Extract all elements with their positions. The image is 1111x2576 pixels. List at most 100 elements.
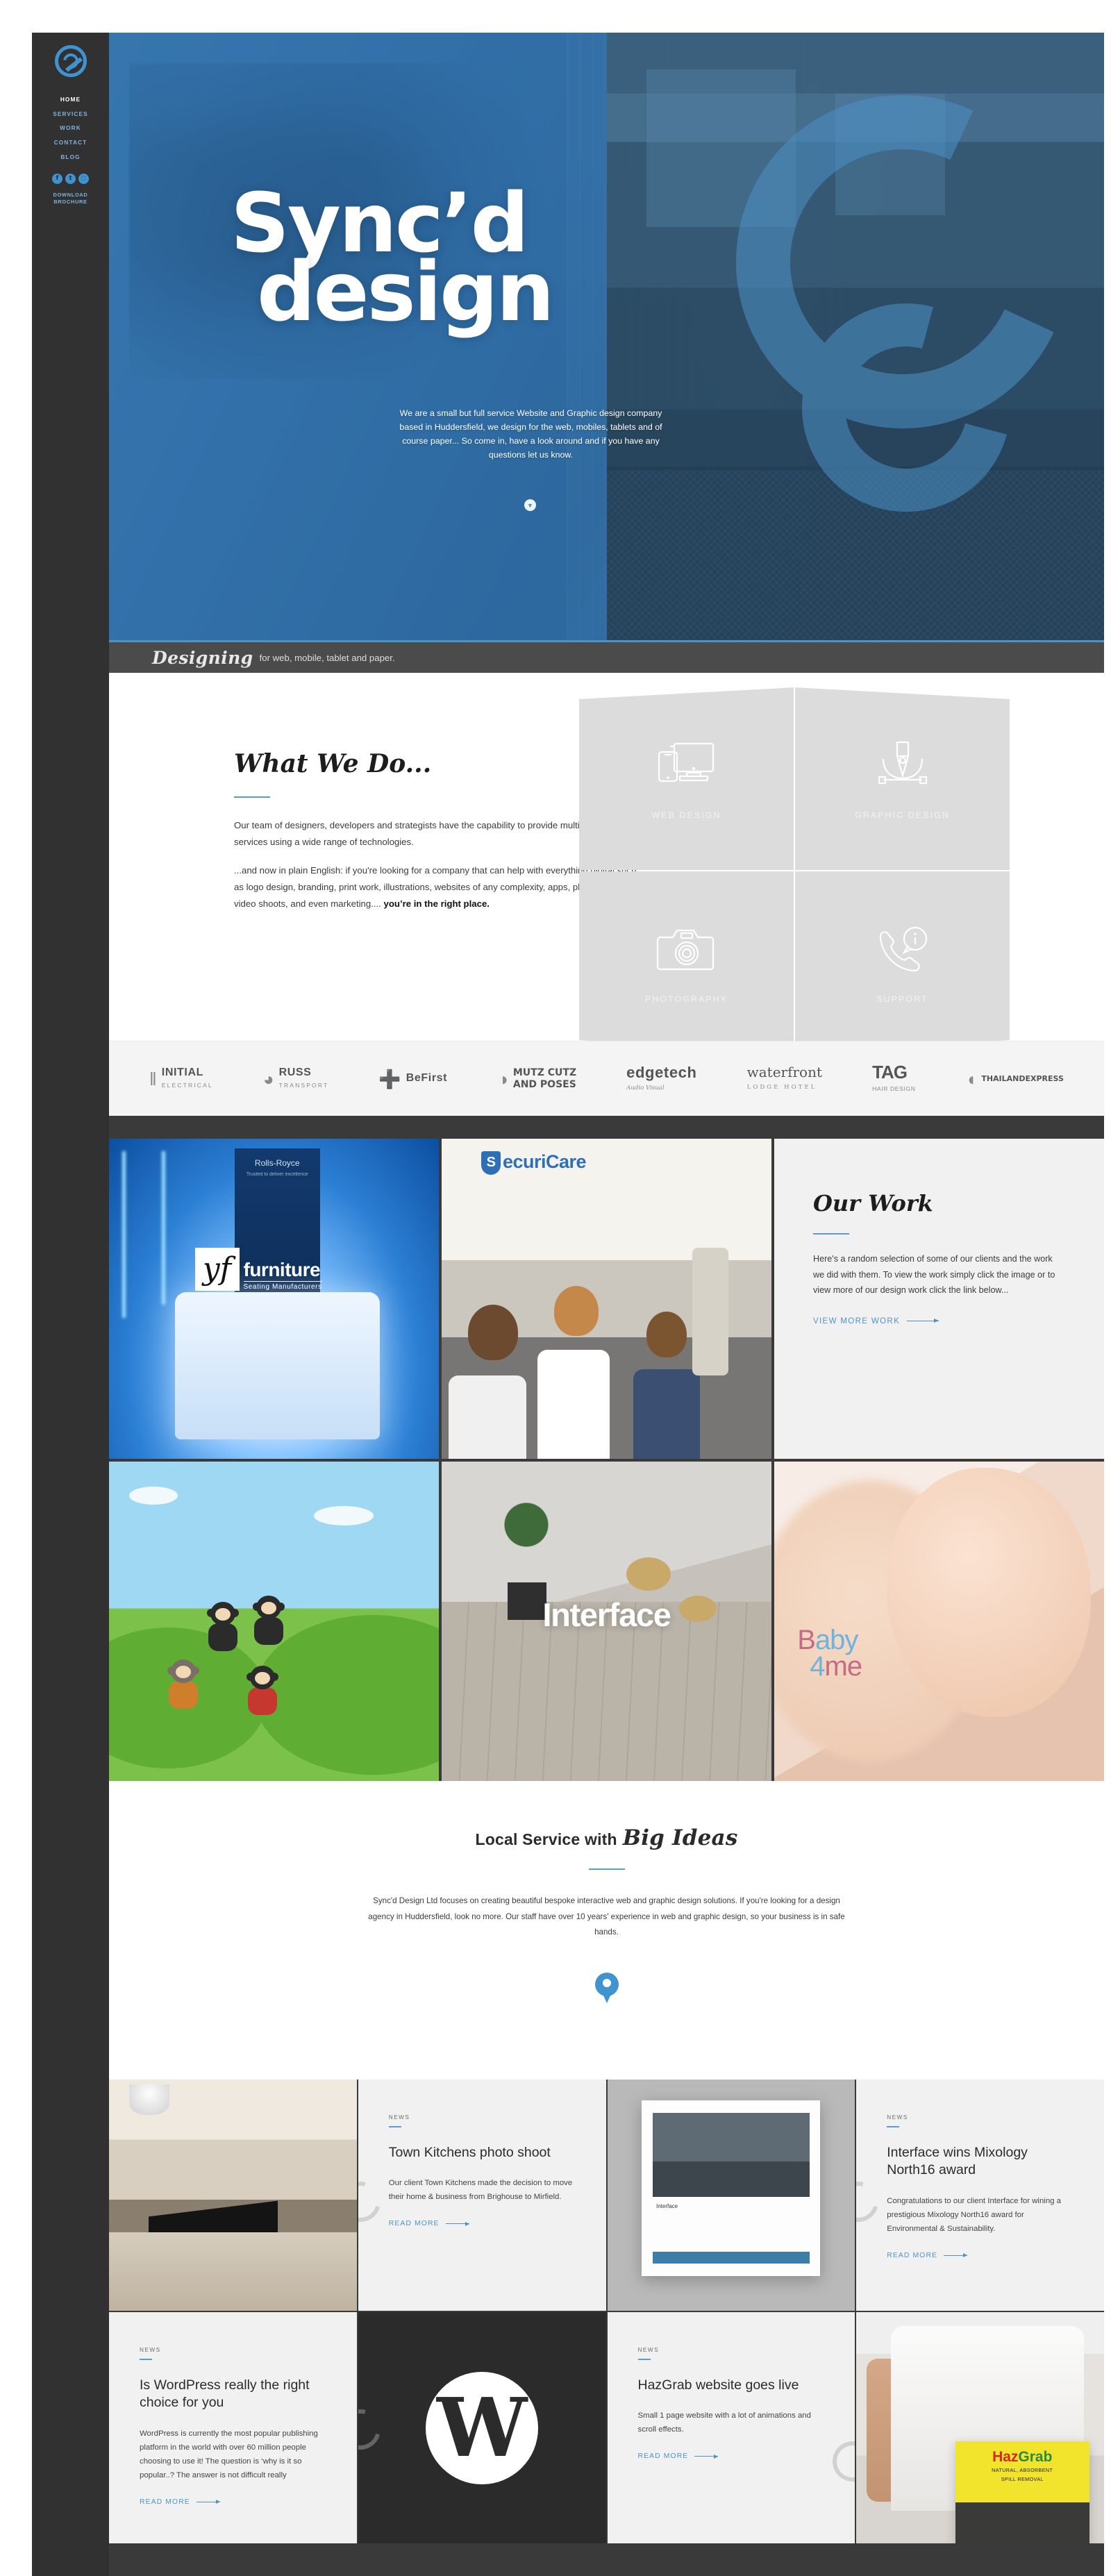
monkey-character-2 (253, 1595, 285, 1645)
read-more-link[interactable]: READ MORE (140, 2498, 326, 2506)
news-title[interactable]: Interface wins Mixology North16 award (887, 2144, 1074, 2180)
work-tile-securicare[interactable]: SecuriCare (442, 1139, 771, 1459)
service-card-web-design[interactable]: WEB DESIGN (579, 687, 794, 870)
designing-rest-text: for web, mobile, tablet and paper. (259, 652, 395, 663)
news-card-wordpress: NEWS Is WordPress really the right choic… (109, 2312, 357, 2543)
arrow-right-icon (445, 2221, 469, 2226)
service-label: GRAPHIC DESIGN (855, 810, 950, 821)
local-service-heading-plain: Local Service with (475, 1830, 617, 1848)
nav-item-blog[interactable]: BLOG (32, 149, 109, 164)
sidebar: HOME SERVICES WORK CONTACT BLOG f t ◌ DO… (32, 33, 109, 2576)
news-kicker-rule (637, 2359, 651, 2360)
local-service-heading: Local Service with Big Ideas (109, 1825, 1104, 1850)
b4m-me: me (824, 1650, 863, 1682)
sync-watermark-icon (825, 2434, 855, 2490)
hazgrab-title-b: Grab (1018, 2449, 1053, 2466)
page-top-margin (0, 0, 1111, 33)
client-logo-tag-hair-design[interactable]: TAG HAIR DESIGN (872, 1063, 915, 1094)
service-card-support[interactable]: SUPPORT (795, 871, 1010, 1053)
work-tile-yf-furniture[interactable]: Rolls-Royce Trusted to deliver excellenc… (109, 1139, 439, 1459)
news-card-hazgrab: NEWS HazGrab website goes live Small 1 p… (607, 2312, 855, 2543)
news-title[interactable]: HazGrab website goes live (638, 2377, 825, 2394)
thailandexpress-elephant-icon: ◖ (965, 1068, 977, 1089)
main-nav: HOME SERVICES WORK CONTACT BLOG (32, 92, 109, 164)
local-service-rule (588, 1868, 625, 1870)
client-logo-initial-electrical[interactable]: ‖ INITIAL ELECTRICAL (149, 1067, 213, 1091)
client-logo-name: MUTZ CUTZ (512, 1067, 577, 1078)
download-brochure-link[interactable]: DOWNLOAD BROCHURE (32, 192, 109, 206)
work-tile-monkeys-illustration[interactable] (109, 1461, 439, 1781)
page-root: HOME SERVICES WORK CONTACT BLOG f t ◌ DO… (0, 0, 1111, 2576)
work-tile-baby4me[interactable]: Baby 4me (774, 1461, 1104, 1781)
monkey-character-1 (206, 1602, 239, 1652)
nav-item-services[interactable]: SERVICES (32, 107, 109, 122)
heading-rule (234, 796, 270, 798)
view-more-work-link[interactable]: VIEW MORE WORK (813, 1316, 1065, 1325)
read-more-link[interactable]: READ MORE (887, 2252, 1074, 2259)
client-logo-mutz-cutz[interactable]: ◑ MUTZ CUTZ AND POSES (497, 1067, 576, 1091)
news-title[interactable]: Is WordPress really the right choice for… (140, 2377, 326, 2412)
service-card-photography[interactable]: PHOTOGRAPHY (579, 871, 794, 1053)
securicare-wordmark: ecuriCare (503, 1151, 587, 1173)
scroll-down-icon[interactable]: ▼ (524, 499, 536, 511)
our-work-panel: Our Work Here's a random selection of so… (774, 1139, 1104, 1459)
securicare-shield-icon: S (481, 1151, 501, 1176)
dribbble-icon[interactable]: ◌ (78, 173, 89, 184)
news-image-wordpress[interactable]: W (358, 2312, 606, 2543)
news-excerpt: WordPress is currently the most popular … (140, 2429, 318, 2479)
arrow-right-icon (944, 2253, 968, 2258)
news-kicker-rule (140, 2359, 152, 2360)
service-card-graphic-design[interactable]: GRAPHIC DESIGN (795, 687, 1010, 870)
rolls-royce-banner-sub: Trusted to deliver excellence (246, 1171, 308, 1177)
yf-tagline: Seating Manufacturers (243, 1280, 322, 1291)
nav-item-contact[interactable]: CONTACT (32, 135, 109, 150)
work-grid: Rolls-Royce Trusted to deliver excellenc… (109, 1139, 1104, 1781)
client-logo-befirst[interactable]: ➕ BeFirst (378, 1070, 447, 1088)
news-title[interactable]: Town Kitchens photo shoot (389, 2144, 576, 2161)
read-more-label: READ MORE (637, 2452, 689, 2461)
news-image-town-kitchens[interactable] (109, 2080, 357, 2311)
news-card-mixology: NEWS Interface wins Mixology North16 awa… (856, 2080, 1104, 2311)
mutz-cutz-dog-icon: ◑ (497, 1068, 508, 1089)
read-more-link[interactable]: READ MORE (638, 2452, 825, 2460)
devices-icon (653, 737, 720, 795)
news-image-mixology[interactable]: Interface (607, 2080, 855, 2311)
local-service-section: Local Service with Big Ideas Sync'd Desig… (109, 1781, 1104, 2080)
nav-item-work[interactable]: WORK (32, 121, 109, 135)
news-kicker-rule (388, 2126, 401, 2127)
facebook-icon[interactable]: f (52, 173, 62, 184)
our-work-paragraph: Here's a random selection of some of our… (813, 1254, 1055, 1296)
client-logo-russ-transport[interactable]: ◕ RUSS TRANSPORT (263, 1067, 328, 1091)
map-pin-icon[interactable] (594, 1972, 619, 2005)
what-we-do-p2-bold: you’re in the right place. (383, 898, 490, 910)
client-logo-sub: AND POSES (512, 1078, 576, 1090)
client-logo-strip: ‖ INITIAL ELECTRICAL ◕ RUSS TRANSPORT ➕ Be… (109, 1041, 1104, 1116)
baby4me-logo: Baby 4me (797, 1626, 863, 1682)
read-more-label: READ MORE (388, 2220, 440, 2228)
initial-electrical-mark-icon: ‖ (149, 1068, 157, 1089)
twitter-icon[interactable]: t (65, 173, 76, 184)
mixology-sheet-caption: Interface (655, 2202, 678, 2209)
read-more-link[interactable]: READ MORE (389, 2220, 576, 2227)
nav-item-home[interactable]: HOME (32, 92, 109, 107)
read-more-label: READ MORE (140, 2498, 190, 2506)
work-tile-interface[interactable]: Interface (442, 1461, 771, 1781)
news-image-hazgrab[interactable]: HazGrab NATURAL, ABSORBENT SPILL REMOVAL (856, 2312, 1104, 2543)
phone-info-icon (869, 921, 936, 979)
arrow-right-icon (694, 2454, 719, 2459)
read-more-label: READ MORE (887, 2251, 938, 2259)
news-kicker-rule (887, 2126, 900, 2127)
news-kicker: NEWS (388, 2114, 410, 2121)
interface-basket-1 (626, 1557, 671, 1591)
hazgrab-sub-1: NATURAL, ABSORBENT (992, 2467, 1053, 2474)
service-label: PHOTOGRAPHY (644, 994, 728, 1004)
site-logo[interactable] (32, 45, 109, 77)
client-logo-edgetech[interactable]: edgetech Audio Visual (626, 1064, 696, 1093)
hazgrab-sub-2: SPILL REMOVAL (1001, 2476, 1044, 2483)
client-logo-waterfront-lodge-hotel[interactable]: waterfront LODGE HOTEL (747, 1065, 822, 1092)
hazgrab-product-box: HazGrab NATURAL, ABSORBENT SPILL REMOVAL (955, 2441, 1089, 2543)
client-logo-name: BeFirst (406, 1072, 448, 1085)
sync-watermark-icon (358, 2173, 388, 2230)
client-logo-thailandexpress[interactable]: ◖ THAILANDEXPRESS (966, 1070, 1064, 1088)
brochure-line-1: DOWNLOAD (53, 191, 88, 198)
